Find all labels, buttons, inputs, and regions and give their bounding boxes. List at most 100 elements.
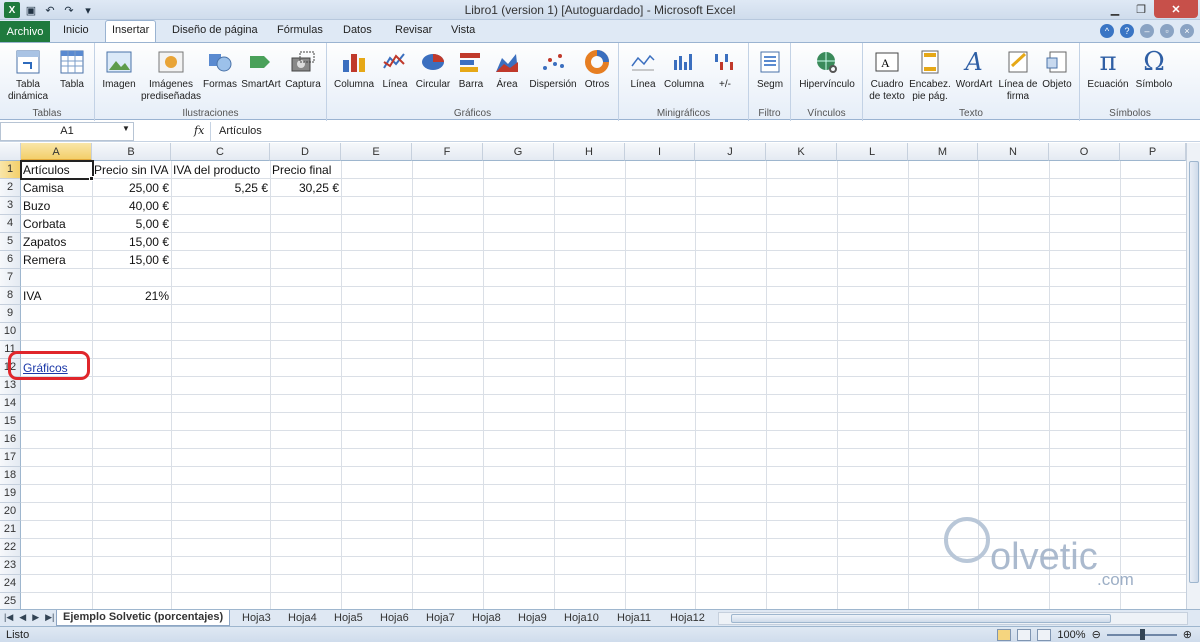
row-header-1[interactable]: 1 bbox=[0, 161, 21, 179]
linea-firma-button[interactable]: Línea de firma bbox=[997, 47, 1039, 103]
column-header-d[interactable]: D bbox=[270, 143, 341, 161]
sheet-tab-hoja10[interactable]: Hoja10 bbox=[564, 610, 599, 626]
cell-d2[interactable]: 30,25 € bbox=[270, 179, 341, 197]
row-header-25[interactable]: 25 bbox=[0, 593, 21, 609]
columna-chart-button[interactable]: Columna bbox=[333, 47, 375, 91]
imagenes-prediseñadas-button[interactable]: Imágenes prediseñadas bbox=[141, 47, 201, 103]
column-header-p[interactable]: P bbox=[1120, 143, 1186, 161]
column-header-l[interactable]: L bbox=[837, 143, 908, 161]
sheet-tab-hoja5[interactable]: Hoja5 bbox=[334, 610, 363, 626]
column-header-n[interactable]: N bbox=[978, 143, 1049, 161]
row-header-5[interactable]: 5 bbox=[0, 233, 21, 251]
zoom-out-icon[interactable]: ⊖ bbox=[1092, 628, 1101, 641]
column-header-k[interactable]: K bbox=[766, 143, 837, 161]
area-chart-button[interactable]: Área bbox=[489, 47, 525, 91]
cell-a6[interactable]: Remera bbox=[21, 251, 92, 269]
sheet-tab-hoja6[interactable]: Hoja6 bbox=[380, 610, 409, 626]
minimize-icon[interactable]: ▁ bbox=[1102, 0, 1128, 18]
tab-diseno-pagina[interactable]: Diseño de página bbox=[172, 24, 258, 36]
horizontal-scroll-thumb[interactable] bbox=[731, 614, 1111, 623]
formula-input[interactable]: Artículos bbox=[210, 122, 1186, 141]
row-header-21[interactable]: 21 bbox=[0, 521, 21, 539]
cell-b1[interactable]: Precio sin IVA bbox=[92, 161, 171, 179]
tab-inicio[interactable]: Inicio bbox=[63, 24, 89, 36]
help-icon[interactable]: ? bbox=[1120, 24, 1134, 38]
row-header-10[interactable]: 10 bbox=[0, 323, 21, 341]
row-header-18[interactable]: 18 bbox=[0, 467, 21, 485]
sheet-tab-hoja12[interactable]: Hoja12 bbox=[670, 610, 705, 626]
cell-b2[interactable]: 25,00 € bbox=[92, 179, 171, 197]
column-header-i[interactable]: I bbox=[625, 143, 695, 161]
workbook-restore-icon[interactable]: ▫ bbox=[1160, 24, 1174, 38]
column-header-m[interactable]: M bbox=[908, 143, 978, 161]
row-header-19[interactable]: 19 bbox=[0, 485, 21, 503]
workbook-close-icon[interactable]: × bbox=[1180, 24, 1194, 38]
column-header-g[interactable]: G bbox=[483, 143, 554, 161]
row-header-24[interactable]: 24 bbox=[0, 575, 21, 593]
cell-a5[interactable]: Zapatos bbox=[21, 233, 92, 251]
prev-sheet-icon[interactable]: ◀ bbox=[19, 612, 26, 623]
cell-b8[interactable]: 21% bbox=[92, 287, 171, 305]
otros-chart-button[interactable]: Otros bbox=[581, 47, 613, 91]
encabezado-pie-button[interactable]: Encabez. pie pág. bbox=[909, 47, 951, 103]
sheet-tab-hoja8[interactable]: Hoja8 bbox=[472, 610, 501, 626]
tab-archivo[interactable]: Archivo bbox=[0, 21, 50, 42]
barra-chart-button[interactable]: Barra bbox=[455, 47, 487, 91]
row-header-23[interactable]: 23 bbox=[0, 557, 21, 575]
cell-a2[interactable]: Camisa bbox=[21, 179, 92, 197]
row-header-2[interactable]: 2 bbox=[0, 179, 21, 197]
collapse-ribbon-icon[interactable]: ^ bbox=[1100, 24, 1114, 38]
column-header-c[interactable]: C bbox=[171, 143, 270, 161]
wordart-button[interactable]: A WordArt bbox=[953, 47, 995, 91]
dispersion-chart-button[interactable]: Dispersión bbox=[527, 47, 579, 91]
column-header-f[interactable]: F bbox=[412, 143, 483, 161]
cell-b3[interactable]: 40,00 € bbox=[92, 197, 171, 215]
maximize-icon[interactable]: ❐ bbox=[1128, 0, 1154, 18]
name-box[interactable]: A1 bbox=[0, 122, 134, 141]
minigrafico-columna-button[interactable]: Columna bbox=[663, 47, 705, 91]
simbolo-button[interactable]: Ω Símbolo bbox=[1134, 47, 1174, 91]
tabla-dinamica-button[interactable]: Tabla dinámica bbox=[6, 47, 50, 103]
workbook-minimize-icon[interactable]: – bbox=[1140, 24, 1154, 38]
segmentacion-button[interactable]: Segm bbox=[753, 47, 787, 91]
horizontal-scrollbar[interactable] bbox=[718, 612, 1188, 625]
row-header-9[interactable]: 9 bbox=[0, 305, 21, 323]
cuadro-texto-button[interactable]: A Cuadro de texto bbox=[867, 47, 907, 103]
sheet-tab-ejemplo[interactable]: Ejemplo Solvetic (porcentajes) bbox=[56, 610, 231, 626]
vertical-scrollbar[interactable] bbox=[1186, 143, 1200, 609]
zoom-level[interactable]: 100% bbox=[1057, 629, 1085, 641]
row-header-16[interactable]: 16 bbox=[0, 431, 21, 449]
row-header-4[interactable]: 4 bbox=[0, 215, 21, 233]
next-sheet-icon[interactable]: ▶ bbox=[32, 612, 39, 623]
page-break-view-icon[interactable] bbox=[1037, 628, 1052, 641]
sheet-tab-hoja9[interactable]: Hoja9 bbox=[518, 610, 547, 626]
minigrafico-linea-button[interactable]: Línea bbox=[627, 47, 659, 91]
row-header-15[interactable]: 15 bbox=[0, 413, 21, 431]
tab-insertar[interactable]: Insertar bbox=[105, 20, 157, 43]
cell-a8[interactable]: IVA bbox=[21, 287, 92, 305]
fill-handle[interactable] bbox=[89, 176, 94, 181]
formas-button[interactable]: Formas bbox=[203, 47, 237, 91]
cell-a4[interactable]: Corbata bbox=[21, 215, 92, 233]
cell-b4[interactable]: 5,00 € bbox=[92, 215, 171, 233]
tab-revisar[interactable]: Revisar bbox=[395, 24, 432, 36]
ecuacion-button[interactable]: π Ecuación bbox=[1084, 47, 1132, 91]
row-header-3[interactable]: 3 bbox=[0, 197, 21, 215]
minigrafico-ganancia-button[interactable]: +/- bbox=[709, 47, 741, 91]
tabla-button[interactable]: Tabla bbox=[54, 47, 90, 91]
zoom-slider-thumb[interactable] bbox=[1139, 628, 1145, 640]
smartart-button[interactable]: SmartArt bbox=[241, 47, 281, 91]
tab-datos[interactable]: Datos bbox=[343, 24, 372, 36]
zoom-slider[interactable] bbox=[1106, 628, 1177, 640]
imagen-button[interactable]: Imagen bbox=[99, 47, 139, 91]
linea-chart-button[interactable]: Línea bbox=[379, 47, 411, 91]
select-all-corner[interactable] bbox=[0, 143, 21, 161]
row-header-20[interactable]: 20 bbox=[0, 503, 21, 521]
sheet-tab-hoja4[interactable]: Hoja4 bbox=[288, 610, 317, 626]
cell-c1[interactable]: IVA del producto bbox=[171, 161, 270, 179]
tab-formulas[interactable]: Fórmulas bbox=[277, 24, 323, 36]
circular-chart-button[interactable]: Circular bbox=[413, 47, 453, 91]
column-header-o[interactable]: O bbox=[1049, 143, 1120, 161]
page-layout-view-icon[interactable] bbox=[1017, 628, 1032, 641]
vertical-scroll-thumb[interactable] bbox=[1189, 161, 1199, 583]
